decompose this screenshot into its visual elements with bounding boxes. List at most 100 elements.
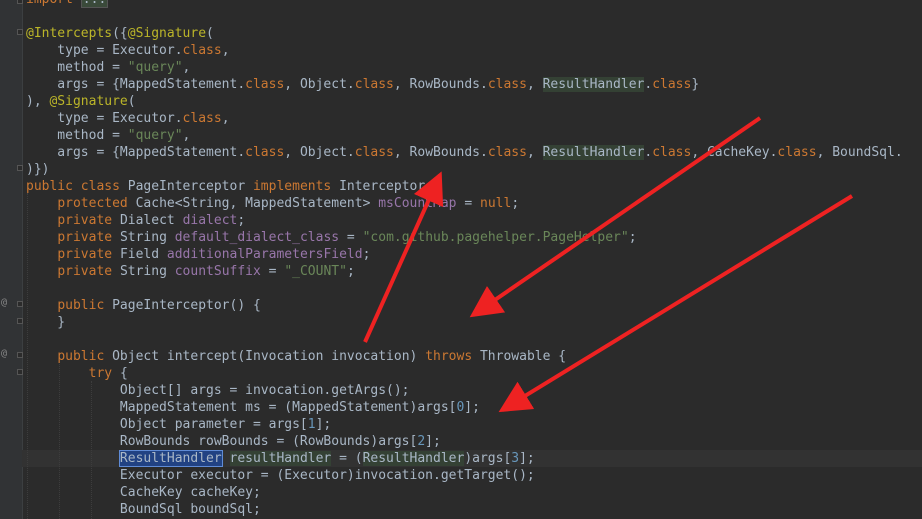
code-token: Interceptor {: [339, 179, 441, 194]
code-line[interactable]: Object[] args = invocation.getArgs();: [26, 382, 410, 399]
code-line[interactable]: ), @Signature(: [26, 93, 136, 110]
editor-gutter: @ @: [0, 0, 23, 519]
code-token: ];: [425, 434, 441, 449]
fold-marker-icon[interactable]: [17, 301, 23, 307]
code-token: msCountMap: [378, 196, 457, 211]
code-line[interactable]: ResultHandler resultHandler = (ResultHan…: [26, 450, 535, 467]
code-token: default_dialect_class: [174, 230, 340, 245]
code-line[interactable]: method = "query",: [26, 127, 190, 144]
code-token: try: [88, 366, 120, 381]
code-token: public: [57, 298, 113, 313]
code-line[interactable]: private String default_dialect_class = "…: [26, 229, 636, 246]
code-line[interactable]: args = {MappedStatement.class, Object.cl…: [26, 144, 903, 161]
code-line[interactable]: Object parameter = args[1];: [26, 416, 331, 433]
code-line[interactable]: BoundSql boundSql;: [26, 501, 261, 518]
code-line[interactable]: try {: [26, 365, 128, 382]
code-token: Executor executor = (Executor)invocation…: [26, 468, 535, 483]
code-token: "query": [127, 60, 183, 75]
fold-marker-icon[interactable]: [17, 369, 23, 375]
code-token: String: [119, 230, 175, 245]
code-token: (: [206, 26, 214, 41]
code-line[interactable]: private Dialect dialect;: [26, 212, 245, 229]
fold-marker-icon[interactable]: [17, 29, 23, 35]
code-token: implements: [252, 179, 340, 194]
fold-marker-icon[interactable]: [17, 318, 23, 324]
code-token: PageInterceptor: [127, 179, 253, 194]
code-line[interactable]: CacheKey cacheKey;: [26, 484, 261, 501]
code-token: args = {MappedStatement.: [26, 145, 246, 160]
fold-marker-icon[interactable]: [17, 0, 23, 4]
code-token: , Object.: [284, 145, 355, 160]
code-token: class: [245, 77, 285, 92]
code-token: "_COUNT": [284, 264, 347, 279]
code-token: }: [26, 315, 66, 330]
fold-marker-icon[interactable]: [17, 165, 23, 171]
fold-marker-icon[interactable]: [17, 352, 23, 358]
code-token: , RowBounds.: [393, 77, 488, 92]
code-line[interactable]: public class PageInterceptor implements …: [26, 178, 441, 195]
code-token: method =: [26, 60, 128, 75]
code-token: }: [691, 77, 700, 92]
code-token: ResultHandler: [542, 77, 645, 92]
code-line[interactable]: private String countSuffix = "_COUNT";: [26, 263, 354, 280]
code-token: String: [119, 264, 175, 279]
code-line[interactable]: args = {MappedStatement.class, Object.cl…: [26, 76, 699, 93]
code-token: , BoundSql.: [816, 145, 903, 160]
code-line[interactable]: type = Executor.class,: [26, 42, 229, 59]
code-token: protected: [57, 196, 136, 211]
code-token: method =: [26, 128, 128, 143]
code-token: class: [245, 145, 285, 160]
override-marker-icon[interactable]: @: [1, 349, 7, 359]
code-token: type = Executor.: [26, 43, 183, 58]
code-line[interactable]: method = "query",: [26, 59, 190, 76]
code-token: ({: [112, 26, 128, 41]
code-token: ];: [464, 400, 480, 415]
code-line[interactable]: )}): [26, 161, 49, 178]
code-token: MappedStatement ms = (MappedStatement)ar…: [26, 400, 457, 415]
code-token: Field: [119, 247, 167, 262]
code-token: ;: [237, 213, 246, 228]
code-line[interactable]: }: [26, 314, 65, 331]
code-token: @Signature: [49, 94, 128, 109]
code-token: class: [354, 77, 394, 92]
code-line[interactable]: Executor executor = (Executor)invocation…: [26, 467, 535, 484]
code-line[interactable]: protected Cache<String, MappedStatement>…: [26, 195, 519, 212]
code-token: Object parameter = args[: [26, 417, 308, 432]
code-line[interactable]: RowBounds rowBounds = (RowBounds)args[2]…: [26, 433, 441, 450]
code-token: private: [57, 247, 120, 262]
code-token: ,: [221, 111, 230, 126]
code-token: class: [652, 145, 692, 160]
code-token: 1: [307, 417, 316, 432]
code-token: ];: [315, 417, 332, 432]
code-token: ];: [519, 451, 535, 466]
code-line[interactable]: type = Executor.class,: [26, 110, 230, 127]
code-token: class: [182, 43, 222, 58]
code-token: )}): [26, 162, 50, 177]
code-token: (: [127, 94, 136, 109]
code-token: throws: [425, 349, 480, 364]
code-line[interactable]: @Intercepts({@Signature(: [26, 25, 214, 42]
code-token: @Signature: [127, 26, 207, 41]
code-line[interactable]: public Object intercept(Invocation invoc…: [26, 348, 566, 365]
code-line[interactable]: private Field additionalParametersField;: [26, 246, 370, 263]
folded-imports[interactable]: ...: [80, 0, 109, 8]
code-token: ResultHandler: [542, 145, 645, 160]
code-token: ;: [511, 196, 520, 211]
code-line[interactable]: public PageInterceptor() {: [26, 297, 261, 314]
code-token: , Object.: [284, 77, 355, 92]
code-token: public class: [26, 179, 128, 194]
code-line[interactable]: import ...: [26, 0, 109, 8]
code-token: Object intercept(Invocation invocation): [112, 349, 426, 364]
code-token: PageInterceptor() {: [112, 298, 261, 313]
code-token: Throwable {: [479, 349, 567, 364]
code-token: = (: [331, 451, 363, 466]
override-marker-icon[interactable]: @: [1, 298, 7, 308]
code-line[interactable]: MappedStatement ms = (MappedStatement)ar…: [26, 399, 480, 416]
